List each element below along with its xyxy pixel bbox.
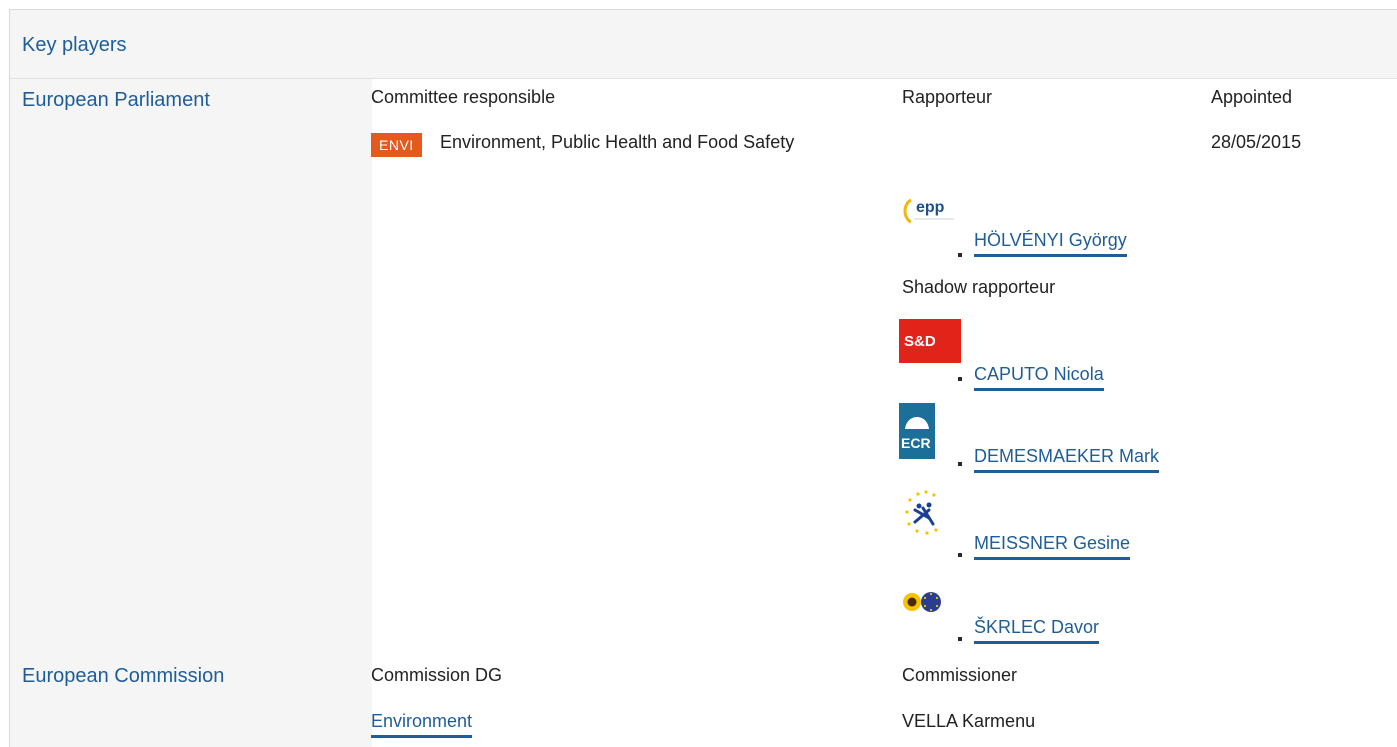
ecr-logo: ECR bbox=[899, 403, 961, 459]
bullet-mark bbox=[958, 637, 962, 641]
epp-logo-text: epp bbox=[916, 199, 945, 216]
ecr-logo-text: ECR bbox=[901, 435, 931, 451]
institution-parliament: European Parliament bbox=[22, 89, 210, 111]
shadow-link-skrlec[interactable]: ŠKRLEC Davor bbox=[974, 617, 1100, 644]
bullet-mark bbox=[958, 462, 962, 466]
key-players-panel: Key players European Parliament European… bbox=[9, 9, 1397, 747]
rapporteur-link-holvenyi[interactable]: HÖLVÉNYI György bbox=[974, 230, 1127, 257]
shadow-link-meissner[interactable]: MEISSNER Gesine bbox=[974, 533, 1131, 560]
commission-dg-link[interactable]: Environment bbox=[371, 711, 473, 738]
sd-logo-text: S&D bbox=[904, 333, 936, 350]
greens-efa-logo bbox=[899, 588, 961, 622]
committee-responsible-header: Committee responsible bbox=[371, 87, 556, 107]
institution-commission: European Commission bbox=[22, 665, 225, 687]
commission-dg-header: Commission DG bbox=[371, 665, 503, 685]
bullet-mark bbox=[958, 377, 962, 381]
shadow-link-demesmaeker[interactable]: DEMESMAEKER Mark bbox=[974, 446, 1160, 473]
bullet-mark bbox=[958, 553, 962, 557]
alde-logo bbox=[899, 488, 961, 546]
panel-title: Key players bbox=[22, 34, 127, 56]
commissioner-name: VELLA Karmenu bbox=[902, 711, 1036, 731]
epp-logo: epp bbox=[899, 186, 961, 242]
commissioner-header: Commissioner bbox=[902, 665, 1018, 685]
institution-column: European Parliament European Commission bbox=[10, 79, 372, 747]
bullet-mark bbox=[958, 253, 962, 257]
committee-name: Environment, Public Health and Food Safe… bbox=[440, 132, 795, 152]
shadow-rapporteur-label: Shadow rapporteur bbox=[902, 277, 1056, 297]
committee-badge[interactable]: ENVI bbox=[371, 133, 422, 157]
shadow-link-caputo[interactable]: CAPUTO Nicola bbox=[974, 364, 1104, 391]
panel-header: Key players bbox=[10, 10, 1397, 79]
sd-logo: S&D bbox=[899, 319, 961, 363]
rapporteur-header: Rapporteur bbox=[902, 87, 993, 107]
appointed-date: 28/05/2015 bbox=[1211, 132, 1302, 152]
appointed-header: Appointed bbox=[1211, 87, 1293, 107]
